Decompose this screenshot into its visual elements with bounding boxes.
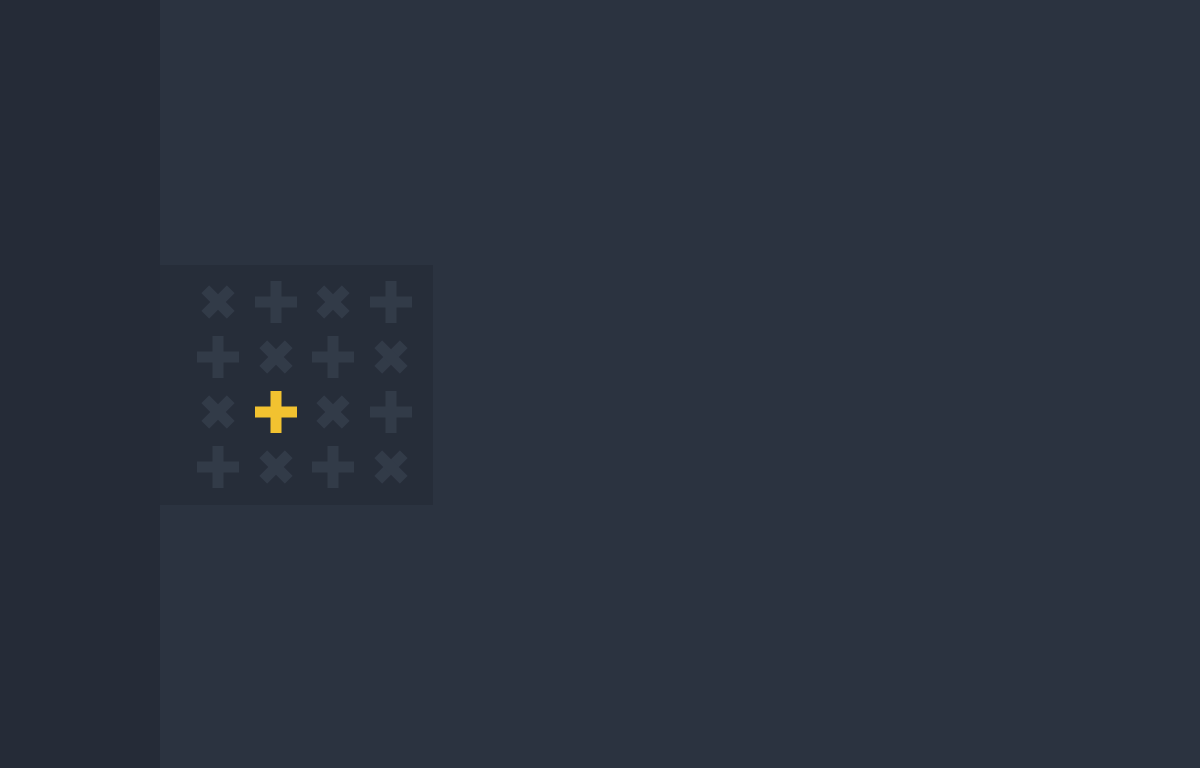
plus-icon bbox=[369, 391, 412, 433]
x-icon bbox=[201, 395, 235, 429]
plus-icon bbox=[369, 281, 412, 323]
grid-cell[interactable] bbox=[311, 280, 355, 324]
symbol-grid-panel bbox=[160, 265, 433, 505]
x-icon bbox=[316, 395, 350, 429]
x-icon bbox=[316, 285, 350, 319]
grid-cell[interactable] bbox=[254, 280, 298, 324]
grid-cell[interactable] bbox=[369, 390, 413, 434]
sidebar bbox=[0, 0, 160, 768]
grid-cell[interactable] bbox=[196, 390, 240, 434]
grid-cell[interactable] bbox=[196, 280, 240, 324]
plus-icon bbox=[312, 446, 354, 488]
grid-cell[interactable] bbox=[311, 390, 355, 434]
grid-cell[interactable] bbox=[369, 280, 413, 324]
grid-cell[interactable] bbox=[369, 335, 413, 379]
x-icon bbox=[201, 285, 235, 319]
x-icon bbox=[258, 450, 293, 484]
x-icon bbox=[373, 340, 408, 374]
plus-icon bbox=[254, 281, 297, 323]
plus-icon bbox=[312, 336, 354, 378]
grid-cell-selected[interactable] bbox=[254, 390, 298, 434]
grid-cell[interactable] bbox=[311, 445, 355, 489]
grid-cell[interactable] bbox=[311, 335, 355, 379]
grid-cell[interactable] bbox=[196, 335, 240, 379]
grid-cell[interactable] bbox=[369, 445, 413, 489]
grid-cell[interactable] bbox=[254, 335, 298, 379]
grid-cell[interactable] bbox=[196, 445, 240, 489]
plus-icon bbox=[197, 336, 239, 378]
grid-cell[interactable] bbox=[254, 445, 298, 489]
x-icon bbox=[258, 340, 293, 374]
plus-icon bbox=[197, 446, 239, 488]
x-icon bbox=[373, 450, 408, 484]
plus-icon bbox=[254, 391, 297, 433]
